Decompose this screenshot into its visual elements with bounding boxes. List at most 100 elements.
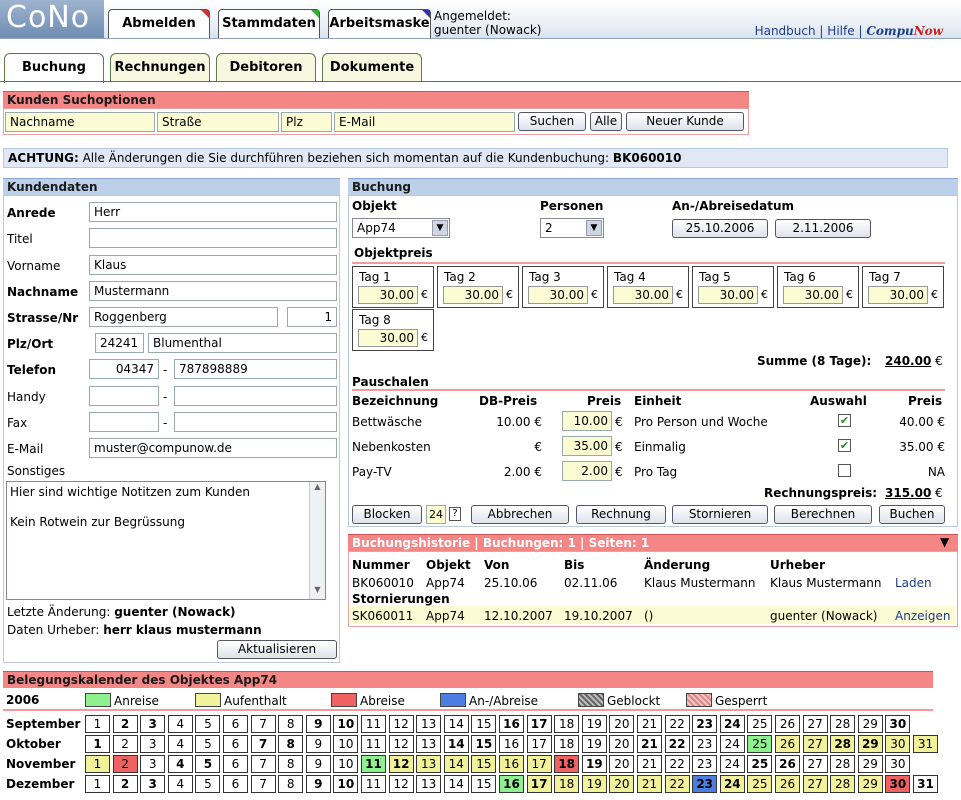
- search-email-input[interactable]: E-Mail: [334, 112, 515, 132]
- scroll-down-icon[interactable]: ▼: [310, 585, 325, 599]
- calendar-day[interactable]: 27: [802, 715, 828, 733]
- titel-field[interactable]: [89, 228, 337, 248]
- calendar-day[interactable]: 30: [885, 775, 911, 793]
- calendar-day[interactable]: 9: [305, 755, 331, 773]
- calendar-day[interactable]: 1: [85, 755, 110, 773]
- calendar-day[interactable]: 2: [112, 715, 138, 733]
- calendar-day[interactable]: 2: [112, 775, 138, 793]
- calendar-day[interactable]: 12: [388, 775, 414, 793]
- calendar-day[interactable]: 6: [223, 715, 248, 733]
- calendar-day[interactable]: 7: [250, 735, 276, 753]
- day-price-input[interactable]: 30.00: [528, 286, 588, 304]
- calendar-day[interactable]: 28: [830, 735, 856, 753]
- calendar-day[interactable]: 19: [581, 735, 607, 753]
- calendar-day[interactable]: 16: [499, 715, 524, 733]
- tab-rechnungen[interactable]: Rechnungen: [110, 53, 210, 82]
- calendar-day[interactable]: 21: [637, 755, 662, 773]
- calendar-day[interactable]: 25: [747, 755, 773, 773]
- calendar-day[interactable]: 2: [112, 755, 138, 773]
- calculate-button[interactable]: Berechnen: [774, 505, 872, 524]
- calendar-day[interactable]: 5: [195, 775, 221, 793]
- calendar-day[interactable]: 17: [526, 755, 552, 773]
- help-icon[interactable]: ?: [449, 507, 461, 521]
- calendar-day[interactable]: 3: [140, 775, 166, 793]
- calendar-day[interactable]: 6: [223, 735, 248, 753]
- calendar-day[interactable]: 18: [554, 735, 580, 753]
- calendar-day[interactable]: 29: [857, 715, 883, 733]
- calendar-day[interactable]: 14: [443, 715, 469, 733]
- calendar-day[interactable]: 8: [278, 735, 304, 753]
- calendar-day[interactable]: 1: [85, 735, 110, 753]
- day-price-input[interactable]: 30.00: [868, 286, 928, 304]
- row-preis-input[interactable]: 2.00: [562, 461, 612, 481]
- plz-field[interactable]: 24241: [95, 333, 144, 353]
- calendar-day[interactable]: 20: [609, 735, 635, 753]
- calendar-day[interactable]: 3: [140, 715, 166, 733]
- calendar-day[interactable]: 20: [609, 755, 635, 773]
- update-customer-button[interactable]: Aktualisieren: [217, 640, 337, 659]
- calendar-day[interactable]: 25: [747, 735, 773, 753]
- calendar-day[interactable]: 27: [802, 775, 828, 793]
- anrede-field[interactable]: Herr: [89, 202, 337, 222]
- row-checkbox[interactable]: ✔: [838, 439, 851, 452]
- manual-link[interactable]: Handbuch: [755, 24, 816, 38]
- calendar-day[interactable]: 19: [581, 755, 607, 773]
- tab-arbeitsmaske[interactable]: Arbeitsmaske: [328, 9, 431, 38]
- block-days-input[interactable]: 24: [426, 505, 446, 524]
- row-checkbox[interactable]: [838, 464, 851, 477]
- departure-date-button[interactable]: 2.11.2006: [775, 219, 871, 238]
- scroll-up-icon[interactable]: ▲: [310, 482, 325, 496]
- calendar-day[interactable]: 29: [857, 735, 883, 753]
- day-price-input[interactable]: 30.00: [783, 286, 843, 304]
- calendar-day[interactable]: 23: [692, 715, 718, 733]
- invoice-button[interactable]: Rechnung: [576, 505, 666, 524]
- calendar-day[interactable]: 10: [333, 775, 359, 793]
- calendar-day[interactable]: 24: [719, 735, 745, 753]
- day-price-input[interactable]: 30.00: [443, 286, 503, 304]
- calendar-day[interactable]: 29: [857, 775, 883, 793]
- show-all-button[interactable]: Alle: [590, 112, 622, 131]
- calendar-day[interactable]: 8: [278, 775, 304, 793]
- calendar-day[interactable]: 4: [167, 735, 193, 753]
- calendar-day[interactable]: 21: [637, 775, 662, 793]
- calendar-day[interactable]: 17: [526, 735, 552, 753]
- notes-textarea[interactable]: Hier sind wichtige Notitzen zum Kunden K…: [6, 481, 326, 600]
- show-storno-link[interactable]: Anzeigen: [895, 609, 950, 623]
- calendar-day[interactable]: 13: [416, 775, 442, 793]
- calendar-day[interactable]: 20: [609, 715, 635, 733]
- calendar-day[interactable]: 2: [112, 735, 138, 753]
- book-button[interactable]: Buchen: [879, 505, 945, 524]
- day-price-input[interactable]: 30.00: [358, 329, 418, 347]
- calendar-day[interactable]: 23: [692, 775, 718, 793]
- calendar-day[interactable]: 17: [526, 775, 552, 793]
- calendar-day[interactable]: 1: [85, 715, 110, 733]
- calendar-day[interactable]: 5: [195, 735, 221, 753]
- calendar-day[interactable]: 15: [471, 755, 497, 773]
- calendar-day[interactable]: 16: [499, 735, 524, 753]
- calendar-day[interactable]: 31: [913, 735, 938, 753]
- help-link[interactable]: Hilfe: [827, 24, 854, 38]
- calendar-day[interactable]: 14: [443, 735, 469, 753]
- calendar-day[interactable]: 7: [250, 775, 276, 793]
- objekt-select[interactable]: App74 ▼: [352, 218, 450, 238]
- calendar-day[interactable]: 9: [305, 775, 331, 793]
- calendar-day[interactable]: 5: [195, 715, 221, 733]
- calendar-day[interactable]: 28: [830, 715, 856, 733]
- calendar-day[interactable]: 28: [830, 755, 856, 773]
- calendar-day[interactable]: 17: [526, 715, 552, 733]
- day-price-input[interactable]: 30.00: [613, 286, 673, 304]
- calendar-day[interactable]: 21: [637, 715, 662, 733]
- calendar-day[interactable]: 15: [471, 715, 497, 733]
- calendar-day[interactable]: 10: [333, 735, 359, 753]
- collapse-arrow-icon[interactable]: ▼: [940, 535, 949, 549]
- chevron-down-icon[interactable]: ▼: [586, 220, 602, 236]
- tab-dokumente[interactable]: Dokumente: [322, 53, 422, 82]
- calendar-day[interactable]: 16: [499, 755, 524, 773]
- calendar-day[interactable]: 19: [581, 715, 607, 733]
- notes-scrollbar[interactable]: ▲ ▼: [309, 482, 325, 599]
- calendar-day[interactable]: 21: [637, 735, 662, 753]
- calendar-day[interactable]: 23: [692, 755, 718, 773]
- hausnummer-field[interactable]: 1: [287, 307, 337, 327]
- row-preis-input[interactable]: 35.00: [562, 436, 612, 456]
- calendar-day[interactable]: 3: [140, 735, 166, 753]
